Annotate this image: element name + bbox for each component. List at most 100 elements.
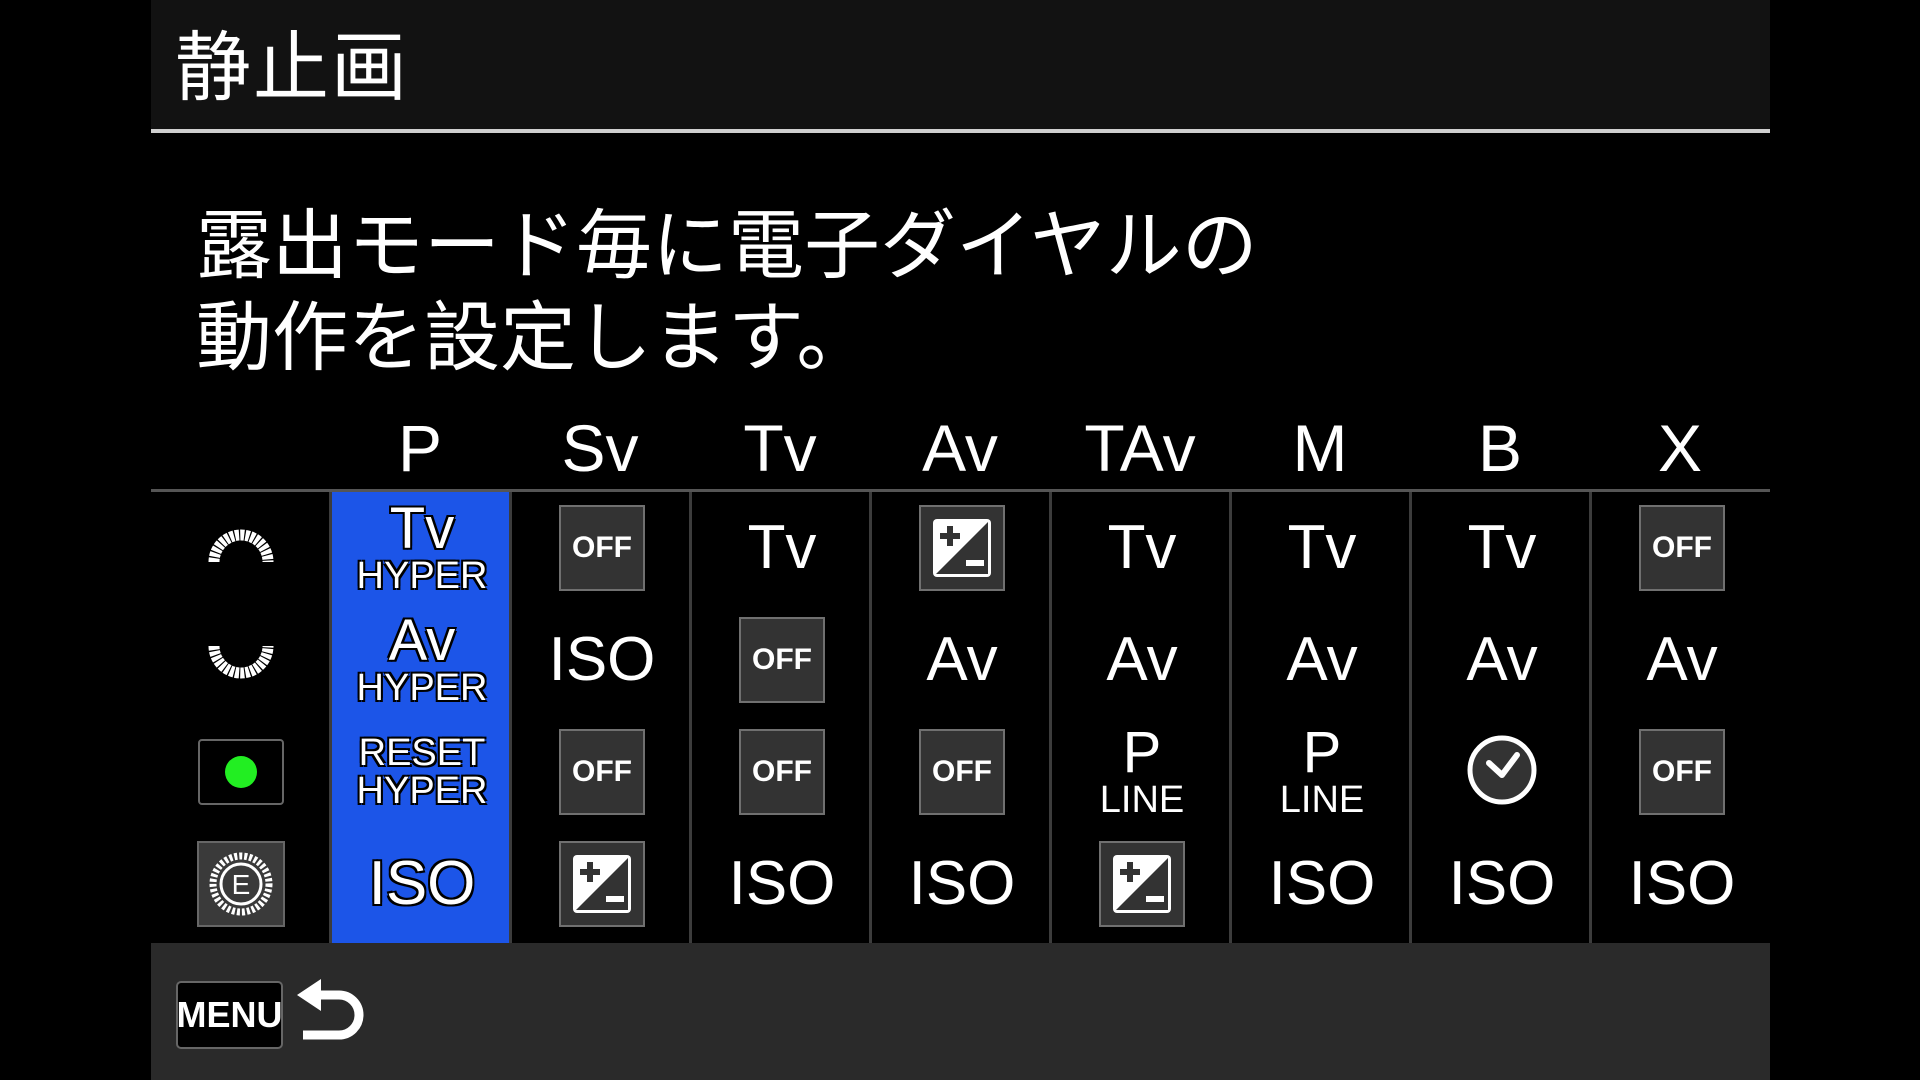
mode-label-tv: Tv	[743, 411, 817, 485]
setting-value: P	[1302, 720, 1342, 785]
setting-value: Av	[1466, 625, 1538, 694]
setting-value: Av	[1106, 625, 1178, 694]
setting-sub-value: HYPER	[356, 555, 488, 597]
header: 静止画	[151, 0, 1770, 133]
setting-cell[interactable]: ISO	[332, 828, 512, 940]
page-title: 静止画	[175, 23, 409, 112]
mode-header-row: P Sv Tv Av TAv M B X	[151, 405, 1770, 491]
setting-cell[interactable]: OFF	[1592, 716, 1772, 828]
setting-value: Av	[926, 625, 998, 694]
setting-value: ISO	[1268, 849, 1376, 918]
mode-label-m: M	[1292, 411, 1348, 485]
setting-cell[interactable]: OFF	[512, 716, 692, 828]
off-badge: OFF	[919, 729, 1005, 815]
green-dot	[224, 756, 257, 788]
setting-value: ISO	[1628, 849, 1736, 918]
setting-cell[interactable]: Tv	[1052, 492, 1232, 604]
setting-cell[interactable]	[1412, 716, 1592, 828]
setting-cell[interactable]: Av HYPER	[332, 604, 512, 716]
setting-cell[interactable]	[1052, 828, 1232, 940]
setting-cell[interactable]: ISO	[872, 828, 1052, 940]
setting-cell[interactable]: Av	[1412, 604, 1592, 716]
setting-cell[interactable]: ISO	[1232, 828, 1412, 940]
setting-cell[interactable]: ISO	[692, 828, 872, 940]
dial-settings-grid: E Tv HYPER Av HYPER RESET HYPER ISO OFF ISO OFF Tv…	[151, 492, 1770, 943]
rear-dial-icon	[208, 645, 273, 679]
mode-column-tv[interactable]: Tv OFF OFF ISO	[692, 492, 872, 943]
off-badge: OFF	[559, 505, 645, 591]
setting-value: Av	[388, 608, 456, 673]
mode-label-b: B	[1477, 411, 1523, 485]
exposure-compensation-icon	[919, 505, 1005, 591]
setting-sub-value: HYPER	[356, 667, 488, 709]
e-dial-icon: E	[196, 841, 285, 927]
setting-cell[interactable]: P LINE	[1052, 716, 1232, 828]
setting-cell[interactable]: Tv	[692, 492, 872, 604]
setting-value: RESET	[358, 732, 486, 774]
back-arrow-icon[interactable]	[291, 975, 371, 1047]
exposure-compensation-icon	[559, 841, 645, 927]
green-button-icon	[197, 739, 284, 805]
setting-value: Tv	[747, 513, 817, 582]
footer-bar: MENU	[151, 943, 1770, 1080]
setting-cell[interactable]: Av	[1592, 604, 1772, 716]
setting-cell[interactable]: ISO	[1412, 828, 1592, 940]
setting-cell[interactable]: Tv	[1232, 492, 1412, 604]
settings-panel: 静止画 露出モード毎に電子ダイヤルの 動作を設定します。 P Sv Tv Av TAv M…	[151, 0, 1770, 1080]
description-text: 露出モード毎に電子ダイヤルの 動作を設定します。	[196, 201, 1258, 382]
exposure-compensation-icon	[1099, 841, 1185, 927]
setting-cell[interactable]: OFF	[512, 492, 692, 604]
setting-cell[interactable]: Av	[1052, 604, 1232, 716]
mode-column-sv[interactable]: OFF ISO OFF	[512, 492, 692, 943]
mode-label-x: X	[1657, 411, 1703, 485]
setting-cell[interactable]: ISO	[1592, 828, 1772, 940]
setting-value: Tv	[389, 496, 455, 561]
mode-column-tav[interactable]: Tv Av P LINE	[1052, 492, 1232, 943]
off-badge: OFF	[739, 617, 825, 703]
mode-column-b[interactable]: Tv Av ISO	[1412, 492, 1592, 943]
rear-dial-row-icon	[151, 604, 330, 716]
mode-column-m[interactable]: Tv Av P LINE ISO	[1232, 492, 1412, 943]
setting-cell[interactable]: ISO	[512, 604, 692, 716]
front-dial-row-icon	[151, 492, 330, 604]
setting-value: Av	[1286, 625, 1358, 694]
setting-cell[interactable]	[512, 828, 692, 940]
setting-cell[interactable]	[872, 492, 1052, 604]
svg-text:E: E	[231, 869, 250, 900]
mode-column-x[interactable]: OFF Av OFF ISO	[1592, 492, 1772, 943]
setting-cell[interactable]: RESET HYPER	[332, 716, 512, 828]
setting-value: Av	[1646, 625, 1718, 694]
setting-value: ISO	[1448, 849, 1556, 918]
setting-cell[interactable]: Av	[872, 604, 1052, 716]
mode-column-av[interactable]: Av OFF ISO	[872, 492, 1052, 943]
off-badge: OFF	[559, 729, 645, 815]
mode-label-av: Av	[922, 411, 998, 485]
setting-value: ISO	[728, 849, 836, 918]
setting-value: Tv	[1287, 513, 1357, 582]
setting-value: Tv	[1107, 513, 1177, 582]
setting-cell[interactable]: Tv HYPER	[332, 492, 512, 604]
setting-cell[interactable]: OFF	[692, 604, 872, 716]
setting-cell[interactable]: Tv	[1412, 492, 1592, 604]
menu-button[interactable]: MENU	[176, 981, 283, 1049]
setting-value: ISO	[548, 625, 656, 694]
setting-cell[interactable]: OFF	[692, 716, 872, 828]
mode-label-sv: Sv	[561, 411, 639, 485]
e-dial-row-icon: E	[151, 828, 330, 940]
timer-icon	[1465, 733, 1539, 811]
setting-cell[interactable]: Av	[1232, 604, 1412, 716]
green-button-row-icon	[151, 716, 330, 828]
mode-column-p[interactable]: Tv HYPER Av HYPER RESET HYPER ISO	[332, 492, 512, 943]
setting-value: ISO	[908, 849, 1016, 918]
front-dial-icon	[208, 529, 273, 563]
off-badge: OFF	[739, 729, 825, 815]
mode-label-p: P	[397, 411, 443, 485]
off-badge: OFF	[1639, 505, 1725, 591]
setting-sub-value: LINE	[1279, 779, 1365, 821]
setting-cell[interactable]: OFF	[1592, 492, 1772, 604]
off-badge: OFF	[1639, 729, 1725, 815]
setting-cell[interactable]: OFF	[872, 716, 1052, 828]
setting-cell[interactable]: P LINE	[1232, 716, 1412, 828]
setting-value: ISO	[368, 849, 476, 918]
setting-value: Tv	[1467, 513, 1537, 582]
